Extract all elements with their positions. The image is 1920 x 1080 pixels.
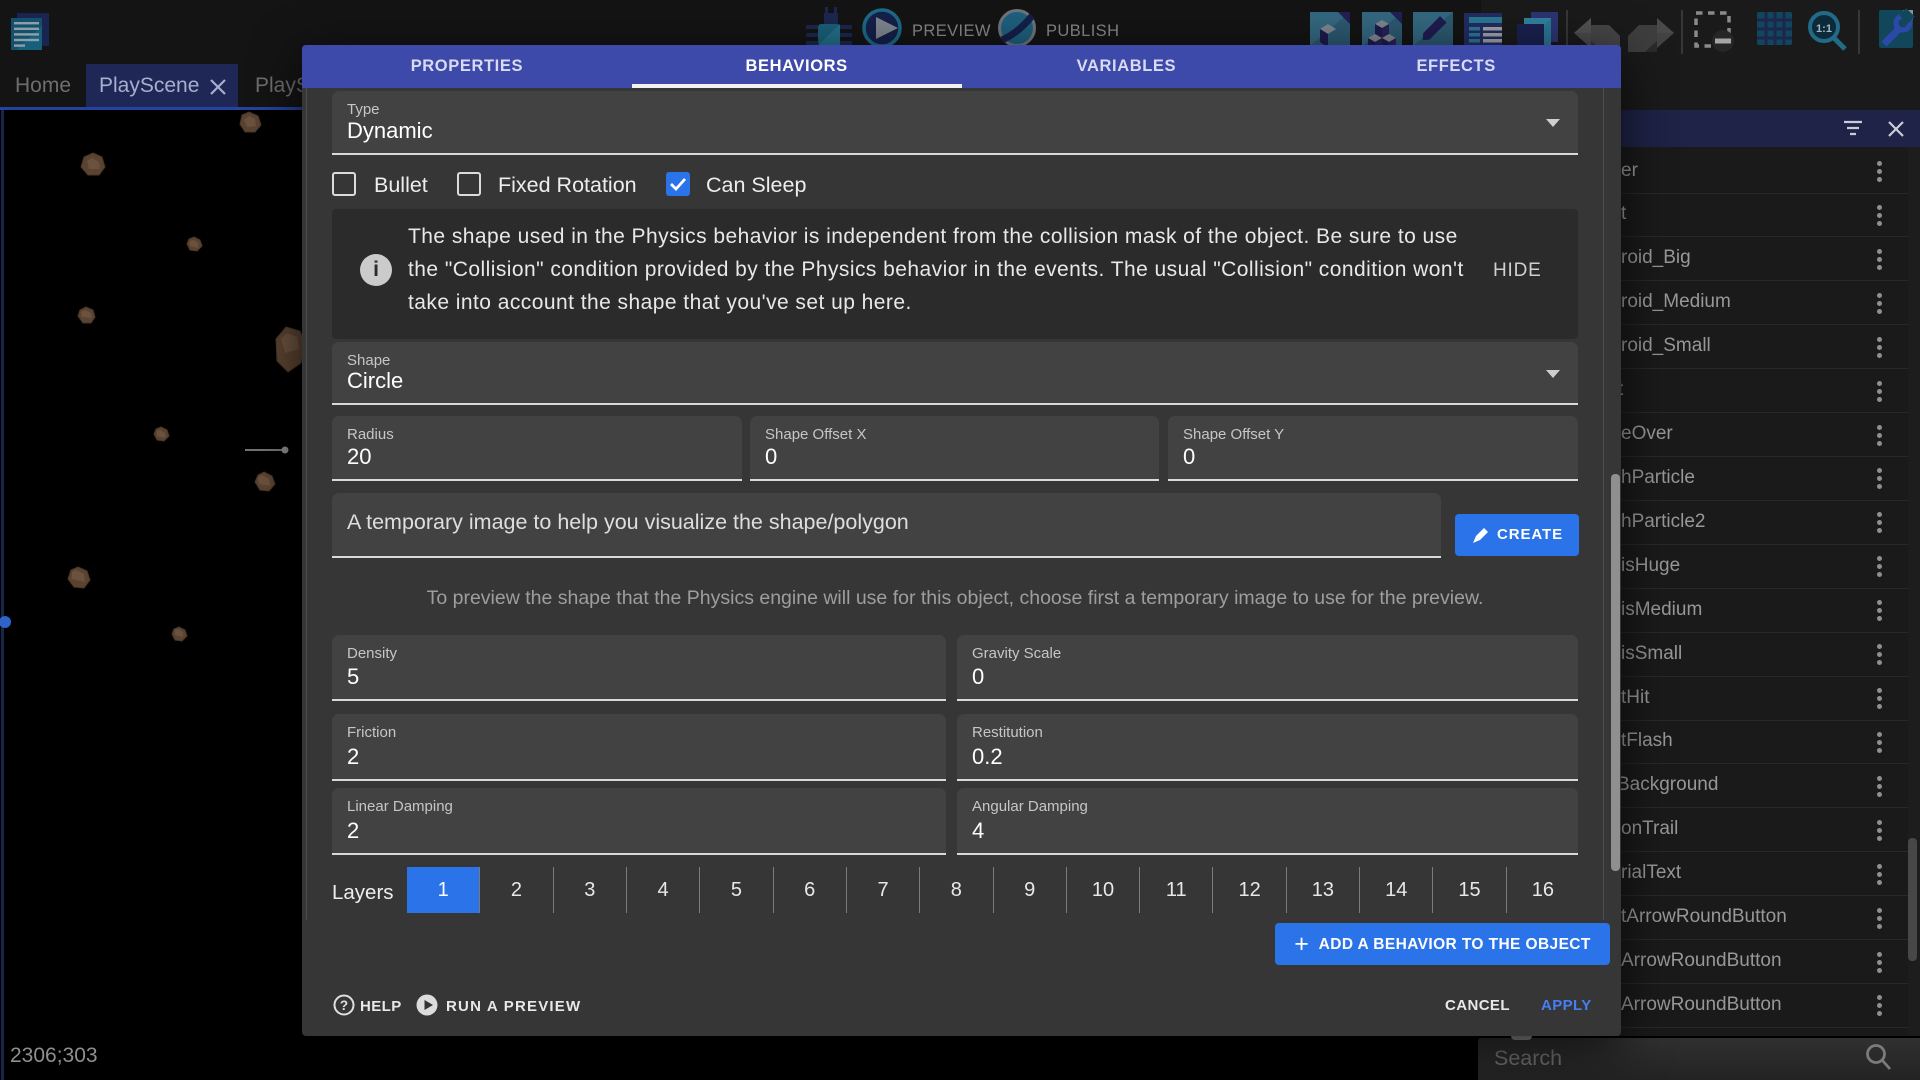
svg-text:PREVIEW: PREVIEW [912, 22, 991, 40]
svg-text:1:1: 1:1 [1816, 23, 1832, 35]
svg-text:?: ? [340, 998, 348, 1013]
svg-text:PUBLISH: PUBLISH [1046, 22, 1119, 40]
